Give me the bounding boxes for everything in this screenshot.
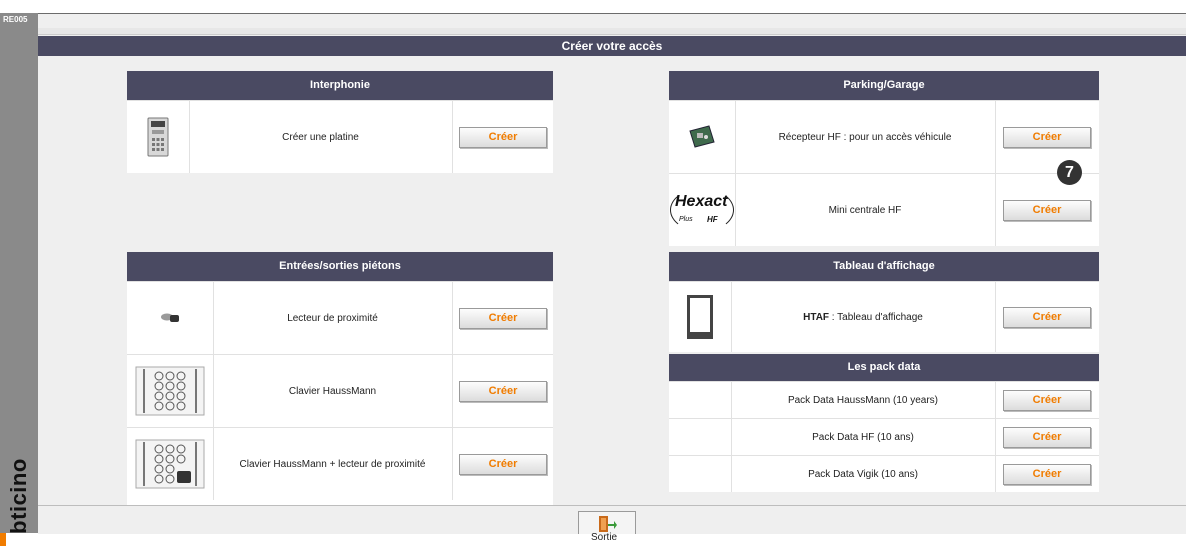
list-item: Pack Data HaussMann (10 years) Créer	[669, 381, 1099, 418]
toolbar-strip	[38, 28, 1186, 35]
list-item: Clavier HaussMann + lecteur de proximité…	[127, 427, 553, 500]
row-label: Créer une platine	[189, 101, 453, 173]
display-board-icon	[669, 282, 732, 352]
htaf-desc: : Tableau d'affichage	[829, 311, 923, 323]
create-pack-vigik-button[interactable]: Créer	[1003, 463, 1091, 485]
keypad-icon	[127, 355, 214, 427]
panel-header-parking: Parking/Garage	[669, 71, 1099, 100]
exit-label: Sortie	[591, 532, 618, 543]
empty-icon-cell	[669, 419, 732, 455]
create-clavier-button[interactable]: Créer	[459, 380, 547, 402]
panel-header-pietons: Entrées/sorties piétons	[127, 252, 553, 281]
proximity-badge-icon	[127, 282, 214, 354]
door-entry-panel-icon	[127, 101, 190, 173]
brand-accent	[0, 533, 6, 546]
row-label: Pack Data HF (10 ans)	[731, 419, 996, 455]
htaf-label: HTAF	[803, 311, 830, 323]
list-item: Clavier HaussMann Créer	[127, 354, 553, 427]
page-title: Créer votre accès	[38, 36, 1186, 56]
exit-door-icon	[599, 516, 617, 532]
row-label: Mini centrale HF	[735, 174, 996, 246]
panel-header-interphonie: Interphonie	[127, 71, 553, 100]
panel-header-pack-data: Les pack data	[669, 354, 1099, 381]
list-item: Pack Data Vigik (10 ans) Créer	[669, 455, 1099, 492]
create-mini-centrale-button[interactable]: Créer	[1003, 199, 1091, 221]
panel-pack-data: Les pack data Pack Data HaussMann (10 ye…	[669, 354, 1099, 492]
exit-button[interactable]: Sortie	[578, 511, 636, 543]
hexact-logo-title: Hexact	[675, 193, 728, 210]
row-label: Pack Data HaussMann (10 years)	[731, 382, 996, 418]
list-item: Lecteur de proximité Créer	[127, 281, 553, 354]
panel-pietons: Entrées/sorties piétons Lecteur de proxi…	[127, 252, 553, 505]
window-top-strip	[0, 0, 1186, 14]
hf-receiver-board-icon	[669, 101, 736, 173]
empty-icon-cell	[669, 456, 732, 492]
list-item: Créer une platine Créer	[127, 100, 553, 173]
create-platine-button[interactable]: Créer	[459, 126, 547, 148]
row-label: Clavier HaussMann + lecteur de proximité	[213, 428, 453, 500]
list-item: Récepteur HF : pour un accès véhicule Cr…	[669, 100, 1099, 173]
brand-logo: bticino	[6, 458, 31, 534]
list-item: HTAF : Tableau d'affichage Créer	[669, 281, 1099, 352]
keypad-badge-icon	[127, 428, 214, 500]
list-item: Pack Data HF (10 ans) Créer	[669, 418, 1099, 455]
create-recepteur-button[interactable]: Créer	[1003, 126, 1091, 148]
row-label: Récepteur HF : pour un accès véhicule	[735, 101, 996, 173]
create-htaf-button[interactable]: Créer	[1003, 306, 1091, 328]
hexact-logo: Hexact Plus HF	[669, 174, 736, 246]
screen-code: RE005	[3, 15, 28, 24]
list-item: Hexact Plus HF Mini centrale HF Créer	[669, 173, 1099, 246]
hexact-logo-hf: HF	[707, 215, 718, 224]
create-pack-haussmann-button[interactable]: Créer	[1003, 389, 1091, 411]
row-label: Clavier HaussMann	[213, 355, 453, 427]
create-pack-hf-button[interactable]: Créer	[1003, 426, 1091, 448]
row-label: HTAF : Tableau d'affichage	[731, 282, 996, 352]
step-badge: 7	[1057, 160, 1082, 185]
hexact-logo-plus: Plus	[679, 216, 693, 223]
row-label: Lecteur de proximité	[213, 282, 453, 354]
panel-affichage: Tableau d'affichage HTAF : Tableau d'aff…	[669, 252, 1099, 352]
create-lecteur-button[interactable]: Créer	[459, 307, 547, 329]
panel-header-affichage: Tableau d'affichage	[669, 252, 1099, 281]
panel-parking: Parking/Garage Récepteur HF : pour un ac…	[669, 71, 1099, 246]
left-sidebar: RE005 bticino	[0, 13, 38, 546]
empty-icon-cell	[669, 382, 732, 418]
panel-interphonie: Interphonie Créer une platine Créer	[127, 71, 553, 173]
create-clavier-lecteur-button[interactable]: Créer	[459, 453, 547, 475]
row-label: Pack Data Vigik (10 ans)	[731, 456, 996, 492]
